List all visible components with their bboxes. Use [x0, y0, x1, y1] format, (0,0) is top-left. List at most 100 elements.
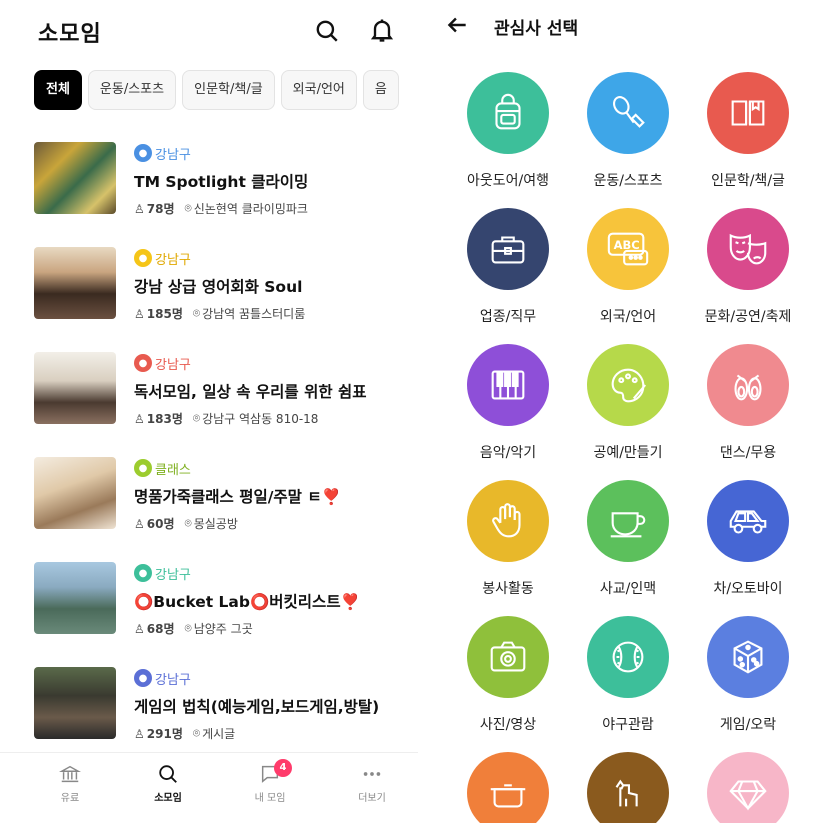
- group-name: 강남 상급 영어회화 Soul: [134, 278, 303, 296]
- category-tag: ● 강남구: [134, 248, 191, 268]
- person-icon: ♙: [134, 306, 145, 321]
- location-icon: ●: [134, 249, 152, 267]
- list-item[interactable]: ● 클래스 명품가죽클래스 평일/주말 ㅌ❣️ ♙ 60명 ⌾ 몽실공방: [0, 445, 418, 550]
- group-list-screen: 소모임 전체 운동/스포츠 인문학/책/글 외국/언어 음 ● 강남구 TM Spotli…: [0, 0, 418, 823]
- backpack-icon: [467, 72, 549, 154]
- tab-paid[interactable]: 유료: [40, 763, 100, 804]
- person-icon: ♙: [134, 621, 145, 636]
- group-name: 독서모임, 일상 속 우리를 위한 쉼표: [134, 383, 367, 401]
- interest-game[interactable]: 게임/오락: [688, 616, 808, 734]
- list-item[interactable]: ● 강남구 강남 상급 영어회화 Soul ♙ 185명 ⌾ 강남역 꿈틀스터디룸: [0, 235, 418, 340]
- location-icon: ●: [134, 354, 152, 372]
- header: 관심사 선택: [418, 0, 836, 52]
- pin-icon: ⌾: [192, 411, 201, 425]
- book-icon: [707, 72, 789, 154]
- location-icon: ●: [134, 564, 152, 582]
- group-meta: ♙ 183명 ⌾ 강남구 역삼동 810-18: [134, 411, 319, 426]
- group-name: ⭕Bucket Lab⭕버킷리스트❣️: [134, 593, 360, 611]
- interest-dance[interactable]: 댄스/무용: [688, 344, 808, 462]
- interest-outdoor[interactable]: 아웃도어/여행: [448, 72, 568, 190]
- person-icon: ♙: [134, 411, 145, 426]
- chip-humanities[interactable]: 인문학/책/글: [182, 70, 275, 110]
- category-tag: ● 강남구: [134, 143, 191, 163]
- group-meta: ♙ 185명 ⌾ 강남역 꿈틀스터디룸: [134, 306, 306, 321]
- interest-craft[interactable]: 공예/만들기: [568, 344, 688, 462]
- interest-humanities[interactable]: 인문학/책/글: [688, 72, 808, 190]
- group-name: 게임의 법칙(예능게임,보드게임,방탈): [134, 698, 380, 716]
- page-title: 관심사 선택: [494, 19, 579, 39]
- bell-icon[interactable]: [368, 16, 396, 44]
- tab-somoim[interactable]: 소모임: [138, 763, 198, 804]
- group-thumbnail: [34, 667, 116, 739]
- list-item[interactable]: ● 강남구 TM Spotlight 클라이밍 ♙ 78명 ⌾ 신논현역 클라이밍파크: [0, 130, 418, 235]
- group-meta: ♙ 291명 ⌾ 게시글: [134, 726, 236, 741]
- chip-music[interactable]: 음: [362, 70, 399, 110]
- theater-masks-icon: [707, 208, 789, 290]
- category-tag: ● 클래스: [134, 458, 191, 478]
- page-title: 소모임: [38, 22, 102, 47]
- location-icon: ●: [134, 669, 152, 687]
- interest-photo[interactable]: 사진/영상: [448, 616, 568, 734]
- pin-icon: ⌾: [184, 621, 192, 635]
- back-arrow-icon[interactable]: [444, 12, 470, 38]
- interest-music[interactable]: 음악/악기: [448, 344, 568, 462]
- interest-baseball[interactable]: 야구관람: [568, 616, 688, 734]
- car-icon: [707, 480, 789, 562]
- speech-abc-icon: ABC: [587, 208, 669, 290]
- interest-language[interactable]: ABC 외국/언어: [568, 208, 688, 326]
- list-item[interactable]: ● 강남구 ⭕Bucket Lab⭕버킷리스트❣️ ♙ 68명 ⌾ 남양주 그곳: [0, 550, 418, 655]
- briefcase-icon: [467, 208, 549, 290]
- group-thumbnail: [34, 142, 116, 214]
- interest-social[interactable]: 사교/인맥: [568, 480, 688, 598]
- piano-icon: [467, 344, 549, 426]
- group-thumbnail: [34, 352, 116, 424]
- interest-volunteer[interactable]: 봉사활동: [448, 480, 568, 598]
- cup-icon: [587, 480, 669, 562]
- header: 소모임: [0, 0, 418, 62]
- interest-fashion[interactable]: [688, 752, 808, 823]
- chip-sports[interactable]: 운동/스포츠: [87, 70, 177, 110]
- interest-job[interactable]: 업종/직무: [448, 208, 568, 326]
- palette-icon: [587, 344, 669, 426]
- person-icon: ♙: [134, 201, 145, 216]
- interest-cooking[interactable]: [448, 752, 568, 823]
- pin-icon: ⌾: [184, 201, 192, 215]
- interest-culture[interactable]: 문화/공연/축제: [688, 208, 808, 326]
- group-thumbnail: [34, 247, 116, 319]
- pot-icon: [467, 752, 549, 823]
- list-item[interactable]: ● 강남구 게임의 법칙(예능게임,보드게임,방탈) ♙ 291명 ⌾ 게시글: [0, 655, 418, 760]
- bank-icon: [59, 765, 81, 783]
- group-list: ● 강남구 TM Spotlight 클라이밍 ♙ 78명 ⌾ 신논현역 클라이밍파크 …: [0, 130, 418, 741]
- badminton-icon: [587, 72, 669, 154]
- bottom-tab-bar: 유료 소모임 4 내 모임 더보기: [0, 752, 418, 823]
- location-icon: ●: [134, 459, 152, 477]
- more-icon: [363, 772, 381, 776]
- group-meta: ♙ 78명 ⌾ 신논현역 클라이밍파크: [134, 201, 308, 216]
- interest-pet[interactable]: [568, 752, 688, 823]
- person-icon: ♙: [134, 516, 145, 531]
- camera-icon: [467, 616, 549, 698]
- diamond-icon: [707, 752, 789, 823]
- ballet-shoes-icon: [707, 344, 789, 426]
- interest-sports[interactable]: 운동/스포츠: [568, 72, 688, 190]
- dog-icon: [587, 752, 669, 823]
- chip-language[interactable]: 외국/언어: [280, 70, 357, 110]
- category-chips: 전체 운동/스포츠 인문학/책/글 외국/언어 음: [34, 70, 418, 114]
- interest-car[interactable]: 차/오토바이: [688, 480, 808, 598]
- category-tag: ● 강남구: [134, 668, 191, 688]
- notification-badge: 4: [274, 759, 292, 777]
- group-thumbnail: [34, 562, 116, 634]
- baseball-icon: [587, 616, 669, 698]
- hand-icon: [467, 480, 549, 562]
- tab-my-groups[interactable]: 4 내 모임: [240, 759, 300, 804]
- pin-icon: ⌾: [184, 516, 192, 530]
- dice-icon: [707, 616, 789, 698]
- person-icon: ♙: [134, 726, 145, 741]
- tab-more[interactable]: 더보기: [342, 763, 402, 804]
- interest-select-screen: 관심사 선택 아웃도어/여행 운동/스포츠 인문학/책/글 업종/직무 ABC …: [418, 0, 836, 823]
- search-icon[interactable]: [314, 18, 340, 44]
- chip-all[interactable]: 전체: [34, 70, 82, 110]
- pin-icon: ⌾: [192, 726, 201, 740]
- list-item[interactable]: ● 강남구 독서모임, 일상 속 우리를 위한 쉼표 ♙ 183명 ⌾ 강남구 역삼동 …: [0, 340, 418, 445]
- group-name: 명품가죽클래스 평일/주말 ㅌ❣️: [134, 488, 341, 506]
